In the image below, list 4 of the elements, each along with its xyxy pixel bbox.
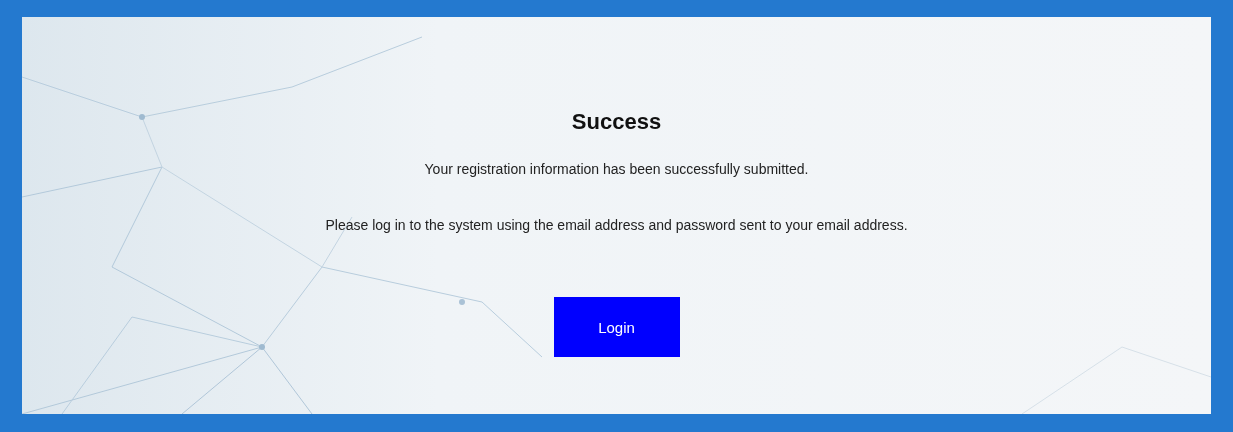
success-title: Success bbox=[571, 109, 662, 135]
login-button[interactable]: Login bbox=[553, 297, 680, 357]
message-text: Your registration information has been successfully submitted. bbox=[424, 161, 809, 177]
message-text: Please log in to the system using the email address and password sent to your email address. bbox=[325, 217, 908, 233]
